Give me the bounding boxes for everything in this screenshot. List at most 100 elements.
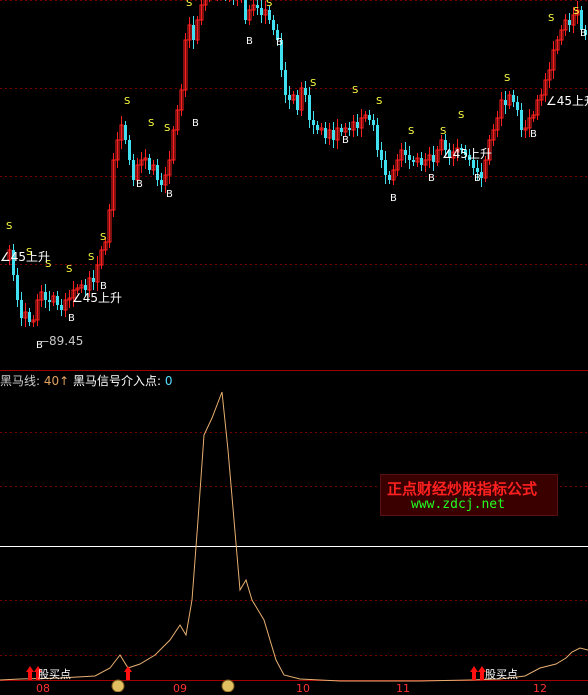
sell-marker: S	[100, 232, 106, 243]
sell-marker: S	[352, 85, 358, 96]
buy-marker: B	[428, 173, 435, 184]
candle-body-down	[324, 128, 327, 138]
candle-body-down	[272, 20, 275, 30]
month-label-10: 10	[296, 682, 310, 695]
sell-marker: S	[266, 0, 272, 9]
candle-body-down	[160, 180, 163, 185]
sell-marker: S	[186, 0, 192, 9]
buy-marker: B	[192, 118, 199, 129]
candle-body-down	[304, 88, 307, 95]
candle-body-down	[408, 155, 411, 160]
candle-body-down	[148, 158, 151, 170]
candle-body-down	[368, 115, 371, 120]
candle-body-down	[44, 292, 47, 300]
candle-body-down	[284, 70, 287, 95]
coin-icon	[221, 679, 235, 692]
buy-arrow-icon	[124, 666, 132, 680]
candle-body-down	[296, 95, 299, 110]
sell-marker: S	[310, 78, 316, 89]
candle-body-down	[124, 125, 127, 140]
candle-body-down	[308, 95, 311, 120]
sell-marker: S	[408, 126, 414, 137]
candle-body-down	[348, 128, 351, 130]
sell-marker: S	[148, 118, 154, 129]
sell-marker: S	[242, 0, 248, 1]
watermark-title: 正点财经炒股指标公式	[387, 480, 538, 498]
buy-point-label-1: 股买点	[38, 668, 71, 681]
slope-45-tag: ∠45上升	[442, 147, 492, 161]
candle-body-down	[260, 8, 263, 15]
buy-point-label-2: 股买点	[485, 668, 518, 681]
candle-body-down	[472, 160, 475, 168]
candle-body-down	[332, 130, 335, 140]
candle-body-down	[384, 160, 387, 175]
candle-body-down	[376, 125, 379, 150]
sell-marker: S	[6, 221, 12, 232]
sell-marker: S	[66, 264, 72, 275]
indicator-panel	[0, 391, 588, 692]
candle-body-down	[92, 278, 95, 282]
indicator-line	[0, 391, 588, 682]
month-label-12: 12	[533, 682, 547, 695]
candle-body-down	[56, 296, 59, 305]
buy-marker: B	[246, 36, 253, 47]
sell-marker: S	[458, 110, 464, 121]
candle-body-down	[84, 285, 87, 290]
candle-body-down	[244, 0, 247, 20]
sell-marker: S	[573, 6, 579, 17]
candle-body-down	[520, 110, 523, 130]
candle-body-down	[20, 300, 23, 318]
candle-body-down	[420, 158, 423, 165]
candle-body-down	[156, 165, 159, 180]
candle-body-down	[412, 160, 415, 162]
candle-body-down	[316, 125, 319, 130]
sell-marker: S	[504, 73, 510, 84]
candle-body-down	[268, 10, 271, 20]
buy-marker: B	[68, 313, 75, 324]
sell-marker: S	[124, 96, 130, 107]
candle-body-down	[432, 155, 435, 162]
candle-body-down	[48, 300, 51, 302]
candle-body-down	[512, 95, 515, 102]
candle-body-down	[356, 122, 359, 128]
indicator-name: 黑马线:	[0, 374, 41, 388]
signal-value: 0	[164, 374, 173, 388]
slope-45-tag: ∠45上升	[72, 291, 122, 305]
indicator-value: 40↑	[43, 374, 70, 388]
candle-body-down	[388, 175, 391, 180]
sell-marker: S	[164, 123, 170, 134]
candle-body-down	[504, 100, 507, 105]
slope-45-tag: ∠45上升	[546, 94, 588, 108]
buy-marker: B	[474, 173, 481, 184]
sell-marker: S	[548, 13, 554, 24]
sell-marker: S	[88, 252, 94, 263]
month-label-11: 11	[396, 682, 410, 695]
candle-body-down	[516, 102, 519, 110]
candle-body-down	[372, 120, 375, 125]
month-label-09: 09	[173, 682, 187, 695]
signal-name: 黑马信号介入点:	[73, 374, 162, 388]
candle-body-down	[312, 120, 315, 125]
candle-body-down	[340, 128, 343, 132]
month-label-08: 08	[36, 682, 50, 695]
candle-body-down	[60, 305, 63, 310]
candle-body-down	[476, 168, 479, 172]
candle-body-down	[16, 275, 19, 300]
buy-marker: B	[166, 189, 173, 200]
buy-marker: B	[580, 28, 587, 39]
candle-body-down	[380, 150, 383, 160]
watermark-url: www.zdcj.net	[411, 497, 505, 512]
buy-arrow-icon	[470, 666, 478, 680]
chart-canvas: SSSSSSSSSSSSSSSSSSSSSBBBBBBBBBBBBBB∠45上升…	[0, 0, 588, 692]
candle-body-down	[132, 160, 135, 180]
slope-45-tag: ∠45上升	[0, 250, 50, 264]
candle-body-down	[256, 5, 259, 8]
buy-marker: B	[530, 129, 537, 140]
sell-marker: S	[440, 126, 446, 137]
indicator-legend: 黑马线: 40↑ 黑马信号介入点: 0	[0, 372, 173, 389]
buy-marker: B	[276, 37, 283, 48]
candle-body-down	[580, 10, 583, 30]
low-price-label: —89.45	[37, 334, 84, 348]
candle-body-down	[28, 312, 31, 322]
buy-arrow-icon	[26, 666, 34, 680]
